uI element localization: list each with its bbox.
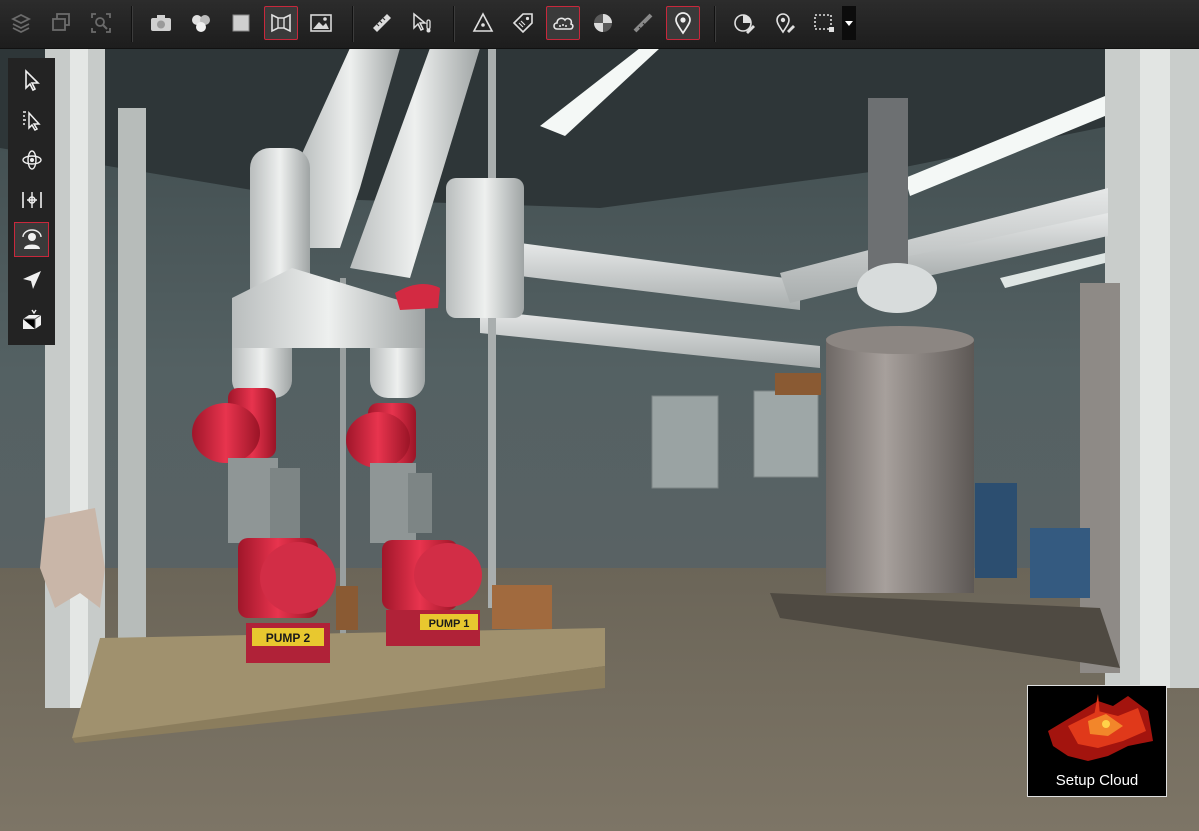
pick-thermometer-icon[interactable]	[405, 6, 439, 40]
cloud-thumbnail-image	[1028, 686, 1166, 768]
setup-cloud-label: Setup Cloud	[1055, 772, 1139, 789]
window-stack-icon[interactable]	[44, 6, 78, 40]
zoom-fit-icon[interactable]	[84, 6, 118, 40]
pump-2-label: PUMP 2	[266, 631, 311, 645]
fly-send-icon[interactable]	[14, 262, 49, 297]
pan-vertical-icon[interactable]	[14, 182, 49, 217]
panorama-icon[interactable]	[264, 6, 298, 40]
layers-icon[interactable]	[4, 6, 38, 40]
tag-icon[interactable]	[506, 6, 540, 40]
toolbar-separator	[714, 6, 716, 42]
pin-edit-icon[interactable]	[767, 6, 801, 40]
walk-person-icon[interactable]	[14, 222, 49, 257]
box-clip-icon[interactable]	[14, 302, 49, 337]
toolbar-separator	[131, 6, 133, 42]
pie-edit-icon[interactable]	[727, 6, 761, 40]
cloud-icon[interactable]	[546, 6, 580, 40]
point-cloud-viewport[interactable]: PUMP 2 PUMP 1	[0, 48, 1199, 831]
ruler-icon[interactable]	[365, 6, 399, 40]
toolbar-separator	[352, 6, 354, 42]
navigation-palette	[8, 58, 55, 345]
triangle-icon[interactable]	[466, 6, 500, 40]
pump-1-label: PUMP 1	[429, 618, 470, 630]
scale-bar-icon[interactable]	[626, 6, 660, 40]
square-icon[interactable]	[224, 6, 258, 40]
half-disc-icon[interactable]	[586, 6, 620, 40]
select-arrow-icon[interactable]	[14, 62, 49, 97]
selection-box-icon[interactable]	[807, 6, 841, 40]
setup-cloud-card[interactable]: Setup Cloud	[1027, 685, 1167, 797]
image-icon[interactable]	[304, 6, 338, 40]
select-area-arrow-icon[interactable]	[14, 102, 49, 137]
location-pin-icon[interactable]	[666, 6, 700, 40]
selection-dropdown-arrow[interactable]	[842, 6, 856, 40]
toolbar-separator	[453, 6, 455, 42]
camera-icon[interactable]	[144, 6, 178, 40]
top-toolbar	[0, 0, 1199, 49]
chevron-down-icon	[845, 20, 853, 26]
orbit-icon[interactable]	[14, 142, 49, 177]
scans-icon[interactable]	[184, 6, 218, 40]
